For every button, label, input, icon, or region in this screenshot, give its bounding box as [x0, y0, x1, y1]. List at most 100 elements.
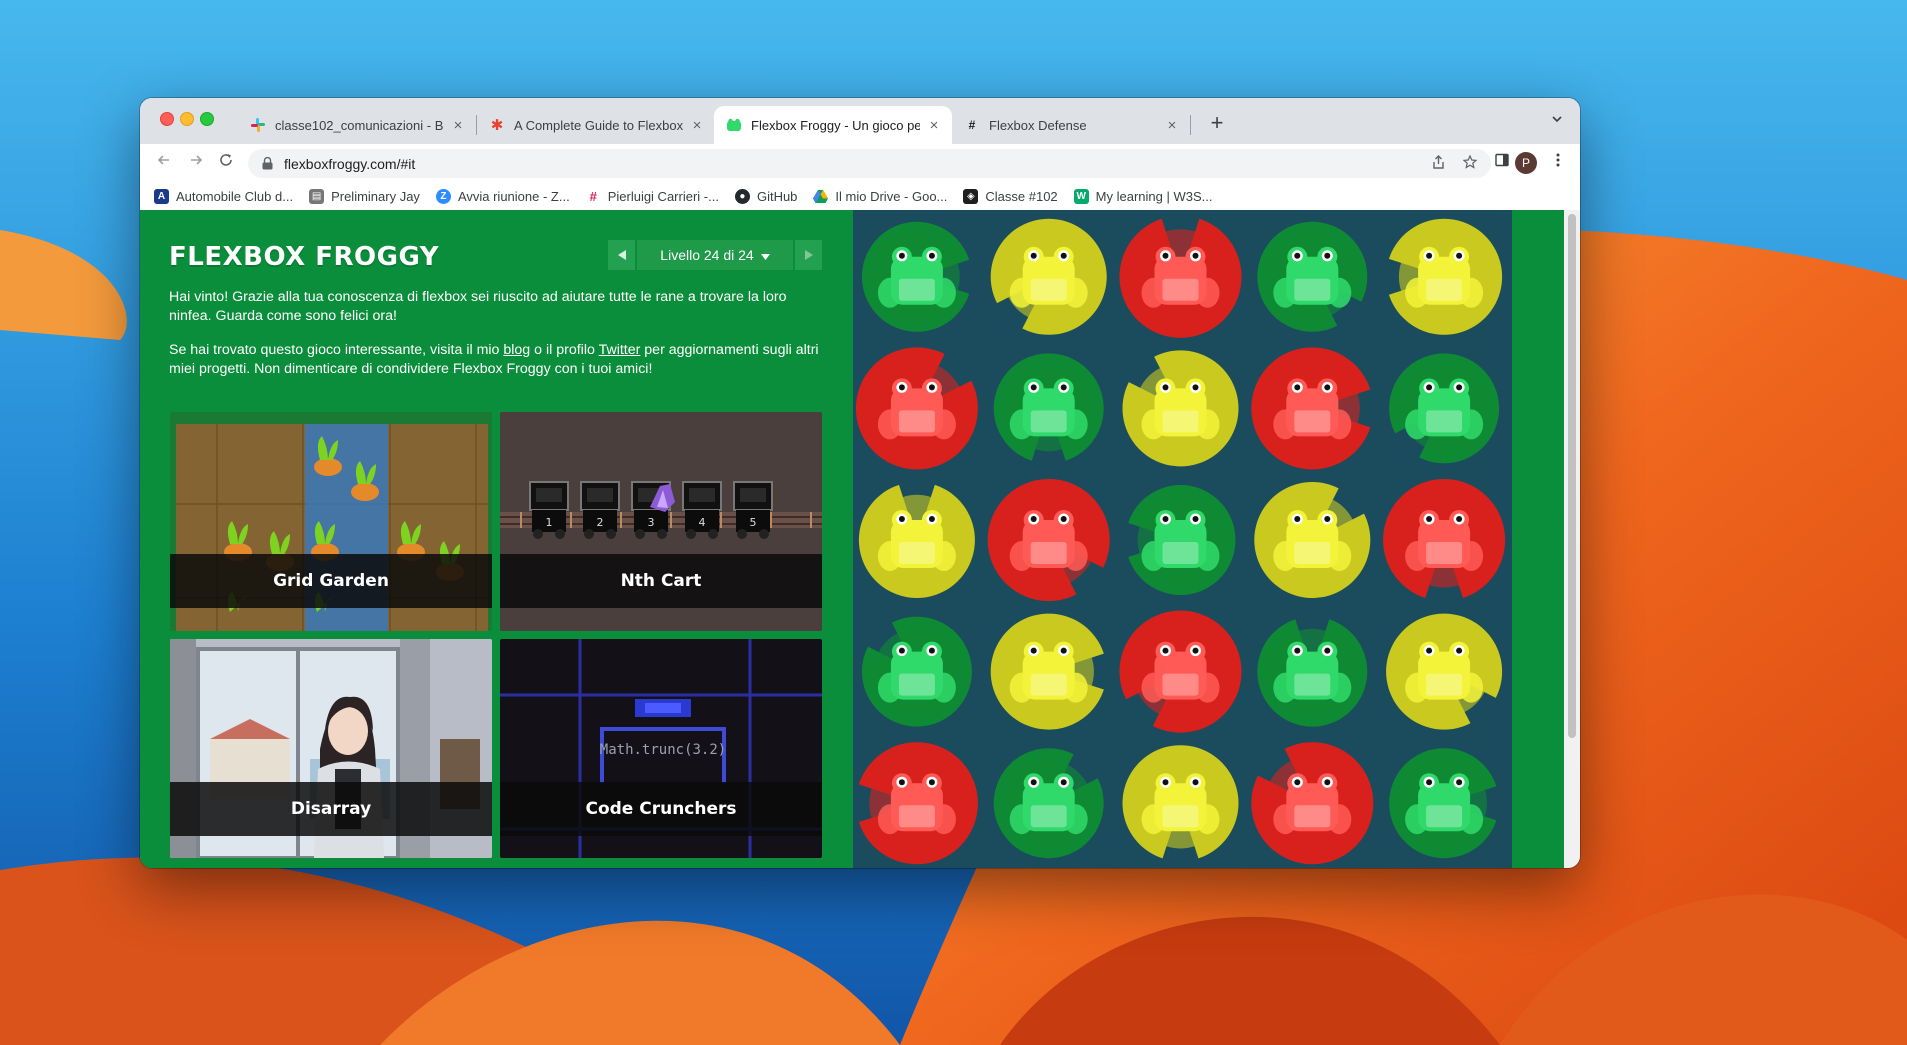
scrollbar-thumb[interactable] — [1568, 214, 1576, 738]
reload-button[interactable] — [214, 151, 238, 175]
yellow-frog-on-lilypad — [1122, 350, 1239, 467]
profile-avatar[interactable]: P — [1515, 152, 1537, 174]
tab-flexbox-defense[interactable]: # Flexbox Defense × — [952, 106, 1190, 144]
tab-title: A Complete Guide to Flexbox | — [514, 117, 683, 133]
forward-button[interactable] — [184, 151, 208, 175]
green-frog-on-lilypad — [1389, 353, 1500, 464]
aci-icon: A — [154, 188, 169, 204]
level-navigation: Livello 24 di 24 — [608, 240, 822, 270]
more-options-icon[interactable] — [1547, 152, 1569, 174]
win-message: Hai vinto! Grazie alla tua conoscenza di… — [169, 289, 787, 324]
share-message: Se hai trovato questo gioco interessante… — [169, 341, 829, 379]
page-right-margin — [1512, 210, 1564, 868]
maximize-window-button[interactable] — [200, 112, 214, 126]
yellow-frog-on-lilypad — [1388, 218, 1503, 335]
github-icon: ● — [734, 188, 750, 204]
tab-close-icon[interactable]: × — [1164, 117, 1180, 134]
bookmark-star-icon[interactable] — [1459, 153, 1481, 175]
tab-flexbox-guide[interactable]: ✱ A Complete Guide to Flexbox | × — [477, 106, 715, 144]
bookmark-google-drive[interactable]: Il mio Drive - Goo... — [813, 189, 947, 204]
tab-close-icon[interactable]: × — [926, 117, 942, 134]
share-text: o il profilo — [530, 342, 599, 358]
game-logo: FLEXBOX FROGGY — [169, 242, 440, 272]
google-drive-icon — [813, 189, 829, 204]
tab-classe102[interactable]: classe102_comunicazioni - Boo × — [238, 106, 476, 144]
tab-title: classe102_comunicazioni - Boo — [275, 117, 444, 133]
bookmark-label: Pierluigi Carrieri -... — [607, 188, 719, 204]
side-panel-icon[interactable] — [1491, 152, 1513, 174]
back-button[interactable] — [152, 151, 176, 175]
previous-level-button[interactable] — [608, 240, 635, 270]
cart-number: 5 — [750, 516, 757, 529]
lock-icon[interactable] — [260, 157, 274, 171]
triangle-right-icon — [804, 250, 813, 260]
tab-close-icon[interactable]: × — [689, 117, 705, 134]
slack-icon — [250, 117, 266, 133]
code-crunchers-card[interactable]: Math.trunc(3.2) Code Crunchers — [500, 639, 822, 858]
w3schools-icon: W — [1073, 188, 1089, 204]
caret-down-icon — [760, 247, 770, 263]
tab-separator — [1190, 115, 1191, 135]
tab-close-icon[interactable]: × — [450, 117, 466, 134]
bookmark-classe102[interactable]: ◈ Classe #102 — [963, 188, 1058, 204]
code-crunchers-label: Code Crunchers — [500, 782, 822, 836]
page-content: FLEXBOX FROGGY Livello 24 di 24 Hai vint… — [140, 210, 1580, 868]
bookmark-preliminary-jay[interactable]: ▤ Preliminary Jay — [309, 188, 420, 204]
code-sample: Math.trunc(3.2) — [600, 742, 726, 758]
red-frog-on-lilypad — [858, 742, 978, 865]
flexbox-defense-icon: # — [968, 118, 976, 132]
level-indicator[interactable]: Livello 24 di 24 — [637, 240, 793, 270]
arrow-right-icon — [191, 155, 203, 165]
twitter-link[interactable]: Twitter — [599, 342, 641, 358]
tab-strip: classe102_comunicazioni - Boo × ✱ A Comp… — [140, 98, 1580, 144]
bookmark-label: My learning | W3S... — [1095, 188, 1213, 204]
bookmark-w3schools[interactable]: W My learning | W3S... — [1073, 188, 1213, 204]
level-label: Livello 24 di 24 — [660, 247, 754, 263]
address-bar[interactable]: flexboxfroggy.com/#it — [248, 149, 1491, 178]
yellow-frog-on-lilypad — [1386, 613, 1503, 730]
disarray-card[interactable]: Disarray — [170, 639, 492, 858]
tab-title: Flexbox Froggy - Un gioco per i — [751, 117, 920, 133]
red-frog-on-lilypad — [855, 347, 978, 470]
bookmark-github[interactable]: ● GitHub — [734, 188, 798, 204]
url-text[interactable]: flexboxfroggy.com/#it — [284, 156, 1427, 172]
nth-cart-label: Nth Cart — [500, 554, 822, 608]
arrow-left-icon — [157, 155, 169, 165]
grid-garden-card[interactable]: Grid Garden — [170, 412, 492, 631]
bookmark-aci[interactable]: A Automobile Club d... — [154, 188, 294, 204]
bookmark-label: Automobile Club d... — [176, 188, 294, 204]
red-frog-on-lilypad — [1119, 218, 1242, 338]
cart-number: 1 — [546, 516, 553, 529]
new-tab-button[interactable]: + — [1203, 110, 1231, 138]
cart: 1 — [529, 481, 569, 539]
green-frog-on-lilypad — [1389, 748, 1497, 859]
chevron-down-icon[interactable] — [1547, 112, 1567, 132]
red-frog-on-lilypad — [1119, 610, 1242, 733]
blog-link[interactable]: blog — [503, 342, 530, 358]
bookmark-pierluigi[interactable]: # Pierluigi Carrieri -... — [585, 188, 719, 204]
green-frog-on-lilypad — [993, 353, 1104, 461]
bookmark-zoom[interactable]: Z Avvia riunione - Z... — [435, 188, 570, 204]
minimize-window-button[interactable] — [180, 112, 194, 126]
tab-flexbox-froggy[interactable]: Flexbox Froggy - Un gioco per i × — [714, 106, 952, 144]
close-window-button[interactable] — [160, 112, 174, 126]
green-frog-on-lilypad — [1257, 221, 1368, 332]
yellow-frog-on-lilypad — [1122, 745, 1239, 859]
bookmark-label: GitHub — [756, 188, 798, 204]
classroom-icon: ◈ — [963, 188, 979, 204]
page-scrollbar[interactable] — [1564, 210, 1580, 868]
red-frog-on-lilypad — [987, 478, 1110, 601]
game-sidebar: FLEXBOX FROGGY Livello 24 di 24 Hai vint… — [140, 210, 853, 868]
frog-icon — [726, 117, 742, 133]
green-frog-on-lilypad — [861, 221, 970, 332]
green-frog-on-lilypad — [1257, 619, 1368, 727]
yellow-frog-on-lilypad — [858, 484, 975, 598]
browser-window: classe102_comunicazioni - Boo × ✱ A Comp… — [140, 98, 1580, 868]
nth-cart-card[interactable]: 1 2 3 4 5 Nth Cart — [500, 412, 822, 631]
yellow-frog-on-lilypad — [1254, 481, 1371, 598]
bookmark-label: Preliminary Jay — [331, 188, 420, 204]
css-tricks-icon: ✱ — [490, 117, 504, 134]
zoom-icon: Z — [435, 188, 451, 204]
next-level-button[interactable] — [795, 240, 822, 270]
share-icon[interactable] — [1427, 153, 1449, 175]
